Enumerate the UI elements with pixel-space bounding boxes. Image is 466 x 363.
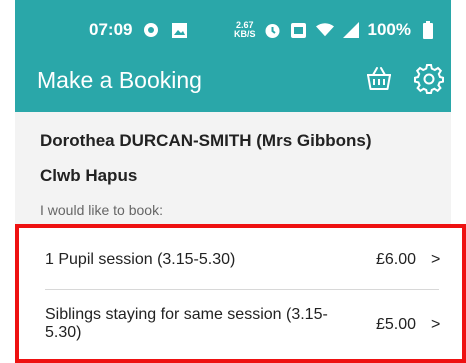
gear-icon [414, 64, 444, 94]
settings-button[interactable] [414, 64, 444, 94]
club-name: Clwb Hapus [40, 166, 138, 185]
status-left: 07:09 [89, 20, 188, 40]
alarm-icon [264, 21, 282, 39]
chevron-right-icon: > [431, 251, 441, 268]
basket-button[interactable] [364, 64, 394, 94]
wifi-icon [315, 21, 334, 39]
status-right: 2.67 KB/S 100% [234, 20, 437, 40]
chrome-icon [142, 21, 160, 39]
session-list: 1 Pupil session (3.15-5.30) £6.00 > Sibl… [15, 224, 466, 363]
basket-icon [367, 67, 391, 90]
session-price: £6.00 [376, 251, 417, 268]
status-time: 07:09 [89, 20, 133, 39]
chevron-right-icon: > [431, 316, 441, 333]
image-icon [170, 21, 188, 39]
session-price: £5.00 [376, 316, 417, 333]
app-bar: Make a Booking [15, 48, 451, 112]
session-label: 1 Pupil session (3.15-5.30) [45, 251, 236, 268]
battery-icon [419, 21, 437, 39]
list-item[interactable]: 1 Pupil session (3.15-5.30) £6.00 > [19, 228, 462, 290]
network-speed: 2.67 KB/S [234, 20, 256, 39]
session-label: Siblings staying for same session (3.15-… [45, 306, 328, 341]
booking-prompt: I would like to book: [40, 202, 163, 218]
signal-icon [342, 21, 360, 39]
volte-icon [290, 21, 308, 39]
page-title: Make a Booking [37, 67, 202, 93]
battery-percent: 100% [367, 20, 411, 39]
list-item[interactable]: Siblings staying for same session (3.15-… [19, 290, 462, 363]
person-name: Dorothea DURCAN-SMITH (Mrs Gibbons) [40, 131, 372, 150]
